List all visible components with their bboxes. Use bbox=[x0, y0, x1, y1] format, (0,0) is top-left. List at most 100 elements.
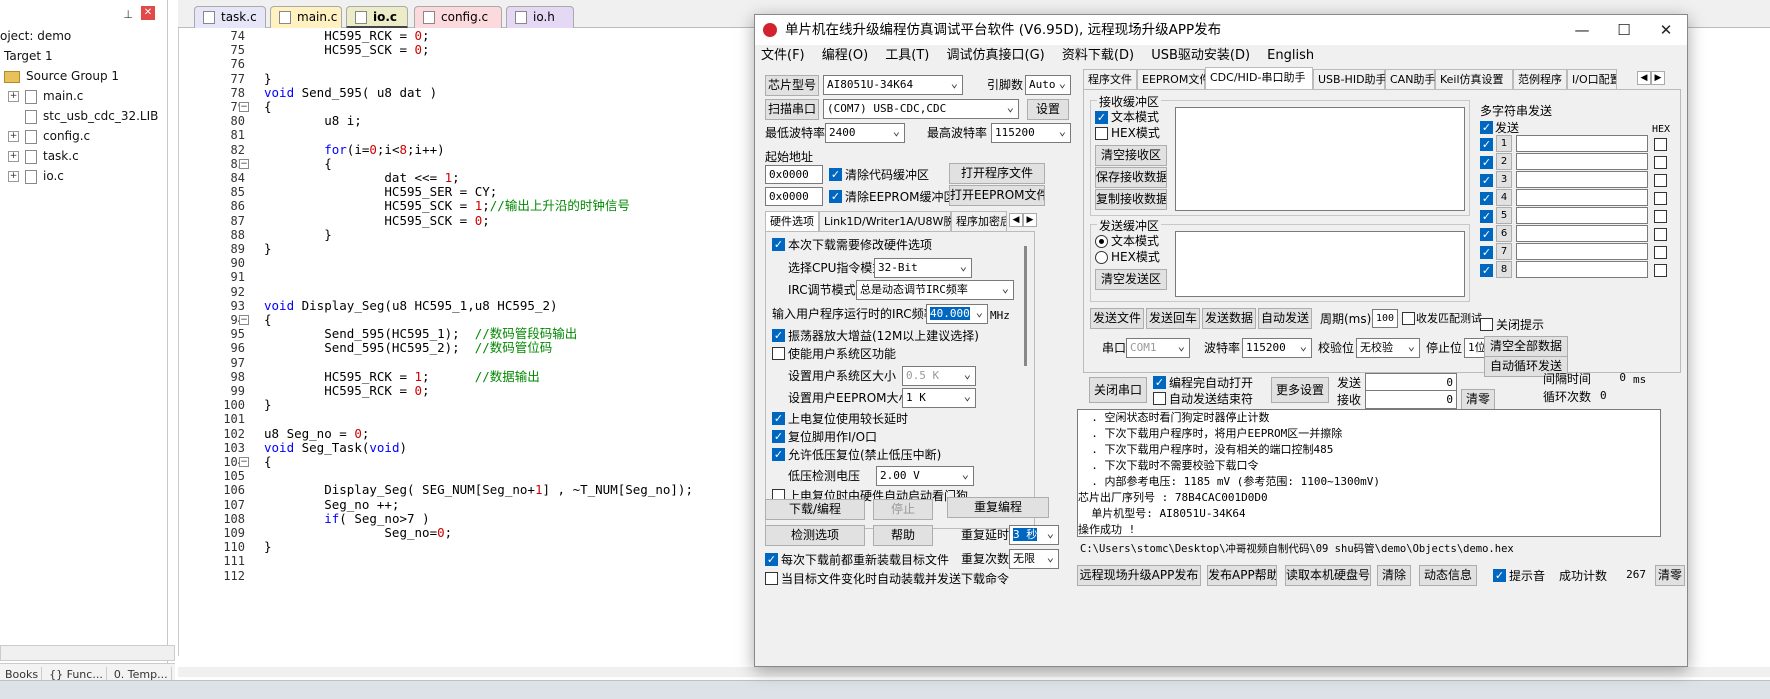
multi-send-row-button[interactable]: 5 bbox=[1496, 207, 1512, 224]
pin-select[interactable]: Auto bbox=[1025, 75, 1071, 95]
help-button[interactable]: 帮助 bbox=[873, 525, 933, 546]
sys-size-select[interactable]: 0.5 K bbox=[902, 366, 976, 386]
send-textarea[interactable] bbox=[1175, 231, 1465, 297]
rtab-right-arrow-icon[interactable]: ▶ bbox=[1651, 71, 1665, 85]
repeat-program-button[interactable]: 重复编程 bbox=[947, 497, 1049, 518]
options-scrollbar[interactable] bbox=[1024, 246, 1027, 366]
multi-send-row-hex-checkbox[interactable] bbox=[1654, 156, 1667, 169]
tab-right-arrow-icon[interactable]: ▶ bbox=[1023, 213, 1037, 227]
parity-select[interactable]: 无校验 bbox=[1356, 338, 1420, 358]
code-line[interactable]: Seg_no=0; bbox=[264, 525, 452, 541]
eeprom-size-select[interactable]: 1 K bbox=[902, 388, 976, 408]
dynamic-info-button[interactable]: 动态信息 bbox=[1419, 565, 1477, 586]
copy-receive-button[interactable]: 复制接收数据 bbox=[1095, 189, 1167, 210]
multi-send-row-checkbox[interactable]: ✓ bbox=[1480, 138, 1493, 151]
cpu-mode-select[interactable]: 32-Bit bbox=[874, 258, 972, 278]
multi-send-row-checkbox[interactable]: ✓ bbox=[1480, 264, 1493, 277]
multi-send-row-checkbox[interactable]: ✓ bbox=[1480, 174, 1493, 187]
multi-send-row-hex-checkbox[interactable] bbox=[1654, 264, 1667, 277]
expand-icon[interactable]: + bbox=[8, 131, 19, 142]
repeat-count-select[interactable]: 无限 bbox=[1009, 549, 1059, 569]
multi-send-row-input[interactable] bbox=[1516, 153, 1648, 170]
reload-checkbox[interactable]: ✓ bbox=[765, 553, 778, 566]
pin-icon[interactable]: ⊥ bbox=[123, 8, 133, 21]
target-node[interactable]: Target 1 bbox=[4, 46, 53, 66]
menu-english[interactable]: English bbox=[1267, 48, 1314, 63]
file-node-io[interactable]: + io.c bbox=[8, 166, 64, 186]
file-node-config[interactable]: + config.c bbox=[8, 126, 90, 146]
multi-send-row-checkbox[interactable]: ✓ bbox=[1480, 192, 1493, 205]
code-line[interactable]: } bbox=[264, 241, 272, 257]
read-disk-button[interactable]: 读取本机硬盘号 bbox=[1285, 565, 1371, 586]
tab-keil[interactable]: Keil仿真设置 bbox=[1435, 69, 1513, 89]
auto-open-checkbox[interactable]: ✓ bbox=[1153, 376, 1166, 389]
osc-gain-checkbox[interactable]: ✓ bbox=[772, 329, 785, 342]
tab-io-c[interactable]: io.c bbox=[346, 6, 408, 28]
multi-send-row-checkbox[interactable]: ✓ bbox=[1480, 156, 1493, 169]
match-test-checkbox[interactable] bbox=[1402, 312, 1415, 325]
eeprom-address-input[interactable]: 0x0000 bbox=[765, 187, 823, 206]
close-tip-checkbox[interactable] bbox=[1480, 318, 1493, 331]
code-line[interactable]: u8 i; bbox=[264, 113, 362, 129]
send-cr-button[interactable]: 发送回车 bbox=[1146, 308, 1200, 329]
menu-usb-driver[interactable]: USB驱动安装(D) bbox=[1151, 48, 1250, 63]
tab-hardware-options[interactable]: 硬件选项 bbox=[765, 211, 819, 231]
tab-usb-hid[interactable]: USB-HID助手 bbox=[1313, 69, 1387, 89]
port2-select[interactable]: COM1 bbox=[1126, 338, 1190, 358]
output-log[interactable]: . 空闲状态时看门狗定时器停止计数 . 下次下载用户程序时，将用户EEPROM区… bbox=[1077, 409, 1661, 537]
file-node-task[interactable]: + task.c bbox=[8, 146, 79, 166]
multi-send-row-hex-checkbox[interactable] bbox=[1654, 174, 1667, 187]
code-line[interactable]: void Seg_Task(void) bbox=[264, 440, 407, 456]
multi-send-row-input[interactable] bbox=[1516, 225, 1648, 242]
publish-help-button[interactable]: 发布APP帮助 bbox=[1207, 565, 1277, 586]
fold-toggle-icon[interactable]: − bbox=[239, 315, 249, 325]
period-input[interactable]: 100 bbox=[1372, 309, 1398, 328]
multi-send-row-checkbox[interactable]: ✓ bbox=[1480, 210, 1493, 223]
irc-freq-input[interactable]: 40.000 bbox=[926, 304, 988, 324]
multi-send-row-hex-checkbox[interactable] bbox=[1654, 210, 1667, 223]
check-options-button[interactable]: 检测选项 bbox=[765, 525, 865, 546]
code-line[interactable]: HC595_SCK = 0; bbox=[264, 42, 429, 58]
sys-area-checkbox[interactable] bbox=[772, 347, 785, 360]
multi-send-row-button[interactable]: 4 bbox=[1496, 189, 1512, 206]
code-line[interactable]: } bbox=[264, 539, 272, 555]
multi-send-row-checkbox[interactable]: ✓ bbox=[1480, 246, 1493, 259]
multi-send-row-button[interactable]: 7 bbox=[1496, 243, 1512, 260]
open-program-button[interactable]: 打开程序文件 bbox=[949, 163, 1045, 184]
max-baud-select[interactable]: 115200 bbox=[991, 123, 1071, 143]
tab-serial-helper[interactable]: CDC/HID-串口助手 bbox=[1205, 67, 1313, 89]
beep-checkbox[interactable]: ✓ bbox=[1493, 569, 1506, 582]
send-text-mode-radio[interactable] bbox=[1095, 235, 1108, 248]
lvd-select[interactable]: 2.00 V bbox=[876, 466, 974, 486]
clear-all-button[interactable]: 清空全部数据 bbox=[1484, 336, 1568, 357]
multi-send-row-button[interactable]: 3 bbox=[1496, 171, 1512, 188]
file-node-main[interactable]: + main.c bbox=[8, 86, 83, 106]
multi-send-row-hex-checkbox[interactable] bbox=[1654, 246, 1667, 259]
download-button[interactable]: 下载/编程 bbox=[765, 499, 865, 520]
close-panel-icon[interactable]: ✕ bbox=[141, 6, 155, 20]
menu-download[interactable]: 资料下载(D) bbox=[1062, 48, 1134, 63]
auto-load-checkbox[interactable] bbox=[765, 572, 778, 585]
multi-send-row-hex-checkbox[interactable] bbox=[1654, 138, 1667, 151]
multi-send-row-hex-checkbox[interactable] bbox=[1654, 192, 1667, 205]
auto-send-end-checkbox[interactable] bbox=[1153, 392, 1166, 405]
tab-encrypt[interactable]: 程序加密后 bbox=[951, 211, 1007, 231]
multi-send-row-button[interactable]: 2 bbox=[1496, 153, 1512, 170]
more-settings-button[interactable]: 更多设置 bbox=[1271, 377, 1329, 403]
receive-textarea[interactable] bbox=[1175, 107, 1465, 211]
multi-send-row-button[interactable]: 1 bbox=[1496, 135, 1512, 152]
code-line[interactable]: HC595_RCK = 0; bbox=[264, 383, 429, 399]
tab-io-h[interactable]: io.h bbox=[506, 6, 574, 28]
tab-eeprom-file[interactable]: EEPROM文件 bbox=[1137, 69, 1210, 89]
lvr-checkbox[interactable]: ✓ bbox=[772, 448, 785, 461]
clear-code-checkbox[interactable]: ✓ bbox=[829, 168, 842, 181]
window-titlebar[interactable]: 单片机在线升级编程仿真调试平台软件 (V6.95D), 远程现场升级APP发布 … bbox=[755, 15, 1687, 45]
multi-send-row-checkbox[interactable]: ✓ bbox=[1480, 228, 1493, 241]
send-file-button[interactable]: 发送文件 bbox=[1090, 308, 1144, 329]
tab-left-arrow-icon[interactable]: ◀ bbox=[1009, 213, 1023, 227]
chip-model-button[interactable]: 芯片型号 bbox=[765, 75, 819, 96]
recv-hex-mode-checkbox[interactable] bbox=[1095, 127, 1108, 140]
file-node-lib[interactable]: stc_usb_cdc_32.LIB bbox=[25, 106, 158, 126]
code-line[interactable]: { bbox=[264, 454, 272, 470]
reset-count-button[interactable]: 清零 bbox=[1655, 565, 1685, 586]
